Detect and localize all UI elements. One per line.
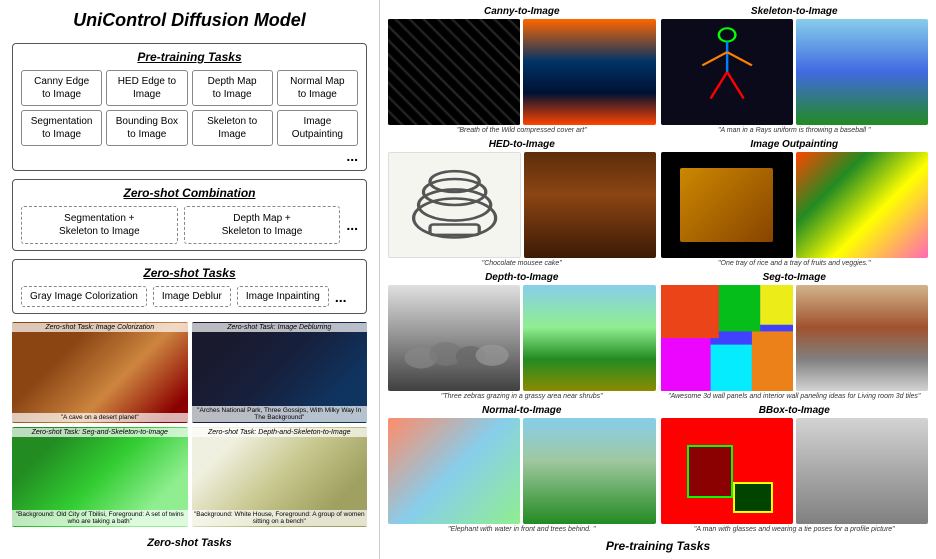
normal-img-1	[388, 418, 520, 524]
screenshot-deblur-bottom-label: "Arches National Park, Three Gossips, Wi…	[192, 406, 368, 422]
canny-images	[388, 19, 656, 125]
section-seg: Seg-to-Image "Awesome 3d wall panels and	[661, 272, 929, 400]
screenshot-colorization-bottom-label: "A cave on a desert planet"	[12, 413, 188, 422]
zeroshot-tasks-title: Zero-shot Tasks	[21, 266, 358, 280]
outpaint-img-1	[661, 152, 793, 258]
hed-img-1	[388, 152, 521, 258]
outpaint-img-2	[796, 152, 928, 258]
pretraining-dots: ...	[21, 148, 358, 164]
zeroshot-combo-section: Zero-shot Combination Segmentation +Skel…	[12, 179, 367, 251]
seg-img-1	[661, 285, 793, 391]
canny-title: Canny-to-Image	[388, 6, 656, 17]
zeroshot-tasks-section: Zero-shot Tasks Gray Image Colorization …	[12, 259, 367, 314]
task-hed[interactable]: HED Edge toImage	[106, 70, 187, 106]
task-normal[interactable]: Normal Mapto Image	[277, 70, 358, 106]
screenshot-depth-skeleton: Zero-shot Task: Depth-and-Skeleton-to-Im…	[192, 427, 368, 528]
seg-caption: "Awesome 3d wall panels and interior wal…	[661, 393, 929, 400]
main-title: UniControl Diffusion Model	[12, 10, 367, 31]
bbox-title: BBox-to-Image	[661, 405, 929, 416]
task-deblur[interactable]: Image Deblur	[153, 286, 231, 307]
section-normal: Normal-to-Image "Elephant with water in …	[388, 405, 656, 533]
section-bbox: BBox-to-Image "A man with glasses and we…	[661, 405, 929, 533]
screenshot-deblur: Zero-shot Task: Image Deblurring "Arches…	[192, 322, 368, 423]
task-bbox[interactable]: Bounding Boxto Image	[106, 110, 187, 146]
hed-img-2	[524, 152, 655, 258]
depth-caption: "Three zebras grazing in a grassy area n…	[388, 393, 656, 400]
skeleton-title: Skeleton-to-Image	[661, 6, 929, 17]
screenshot-seg-skeleton: Zero-shot Task: Seg-and-Skeleton-to-Imag…	[12, 427, 188, 528]
bbox-img-2	[796, 418, 928, 524]
canny-img-1	[388, 19, 520, 125]
task-colorization[interactable]: Gray Image Colorization	[21, 286, 147, 307]
outpainting-caption: "One tray of rice and a tray of fruits a…	[661, 260, 929, 267]
pretraining-section: Pre-training Tasks Canny Edgeto Image HE…	[12, 43, 367, 171]
screenshots-grid: Zero-shot Task: Image Colorization "A ca…	[12, 322, 367, 527]
canny-caption: "Breath of the Wild compressed cover art…	[388, 127, 656, 134]
zeroshot-combo-title: Zero-shot Combination	[21, 186, 358, 200]
task-depth[interactable]: Depth Mapto Image	[192, 70, 273, 106]
left-bottom-label: Zero-shot Tasks	[12, 537, 367, 549]
section-skeleton: Skeleton-to-Image "A man in a Rays unifo…	[661, 6, 929, 134]
bbox-img-1	[661, 418, 793, 524]
depth-img-1	[388, 285, 520, 391]
screenshot-seg-skeleton-top-label: Zero-shot Task: Seg-and-Skeleton-to-Imag…	[12, 428, 188, 437]
pretraining-title: Pre-training Tasks	[21, 50, 358, 64]
bbox-images	[661, 418, 929, 524]
depth-img-2	[523, 285, 655, 391]
combo-dots: ...	[346, 217, 358, 233]
seg-images	[661, 285, 929, 391]
hed-images	[388, 152, 656, 258]
task-skeleton[interactable]: Skeleton toImage	[192, 110, 273, 146]
task-canny[interactable]: Canny Edgeto Image	[21, 70, 102, 106]
task-seg[interactable]: Segmentationto Image	[21, 110, 102, 146]
task-inpainting[interactable]: Image Inpainting	[237, 286, 329, 307]
section-outpainting: Image Outpainting "One tray of rice and …	[661, 139, 929, 267]
outpainting-title: Image Outpainting	[661, 139, 929, 150]
hed-title: HED-to-Image	[388, 139, 656, 150]
skeleton-images	[661, 19, 929, 125]
seg-img-2	[796, 285, 928, 391]
skeleton-caption: "A man in a Rays uniform is throwing a b…	[661, 127, 929, 134]
bbox-caption: "A man with glasses and wearing a tie po…	[661, 526, 929, 533]
seg-title: Seg-to-Image	[661, 272, 929, 283]
normal-caption: "Elephant with water in front and trees …	[388, 526, 656, 533]
canny-img-2	[523, 19, 655, 125]
depth-images	[388, 285, 656, 391]
screenshot-deblur-top-label: Zero-shot Task: Image Deblurring	[192, 323, 368, 332]
screenshot-depth-skeleton-bottom-label: "Background: White House, Foreground: A …	[192, 510, 368, 526]
combo-seg-skeleton[interactable]: Segmentation +Skeleton to Image	[21, 206, 178, 244]
task-outpaint[interactable]: ImageOutpainting	[277, 110, 358, 146]
left-panel: UniControl Diffusion Model Pre-training …	[0, 0, 380, 559]
task-grid: Canny Edgeto Image HED Edge toImage Dept…	[21, 70, 358, 146]
skeleton-img-2	[796, 19, 928, 125]
skeleton-img-1	[661, 19, 793, 125]
screenshot-colorization: Zero-shot Task: Image Colorization "A ca…	[12, 322, 188, 423]
combo-depth-skeleton[interactable]: Depth Map +Skeleton to Image	[184, 206, 341, 244]
right-grid: Canny-to-Image "Breath of the Wild compr…	[388, 6, 928, 533]
right-panel: Canny-to-Image "Breath of the Wild compr…	[380, 0, 936, 559]
screenshot-seg-skeleton-bottom-label: "Background: Old City of Tbilisi, Foregr…	[12, 510, 188, 526]
depth-title: Depth-to-Image	[388, 272, 656, 283]
normal-images	[388, 418, 656, 524]
section-depth: Depth-to-Image "Three zebras grazing in …	[388, 272, 656, 400]
right-bottom-label: Pre-training Tasks	[388, 539, 928, 553]
zeroshot-dots: ...	[335, 289, 347, 305]
screenshot-colorization-top-label: Zero-shot Task: Image Colorization	[12, 323, 188, 332]
section-canny: Canny-to-Image "Breath of the Wild compr…	[388, 6, 656, 134]
screenshot-depth-skeleton-top-label: Zero-shot Task: Depth-and-Skeleton-to-Im…	[192, 428, 368, 437]
hed-caption: "Chocolate mousee cake"	[388, 260, 656, 267]
normal-title: Normal-to-Image	[388, 405, 656, 416]
zeroshot-tasks-row: Gray Image Colorization Image Deblur Ima…	[21, 286, 358, 307]
normal-img-2	[523, 418, 655, 524]
section-hed: HED-to-Image "Chocolate mousee cake"	[388, 139, 656, 267]
outpainting-images	[661, 152, 929, 258]
combo-row: Segmentation +Skeleton to Image Depth Ma…	[21, 206, 358, 244]
